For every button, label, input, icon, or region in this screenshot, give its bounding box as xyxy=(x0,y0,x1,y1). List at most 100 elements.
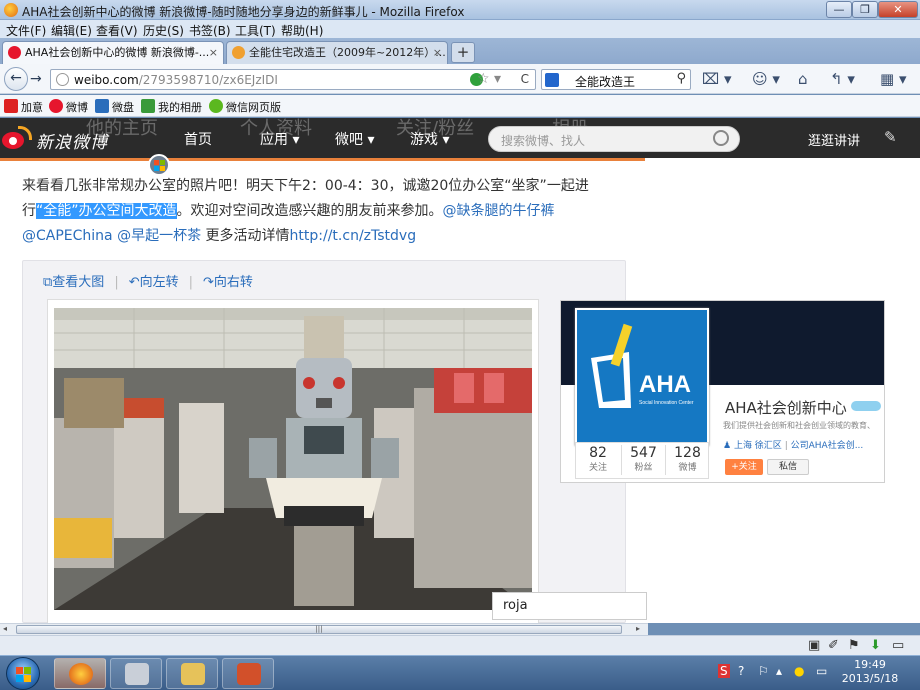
bookmark-album[interactable]: 我的相册 xyxy=(141,99,202,115)
office-photo[interactable] xyxy=(54,308,532,610)
weibo-logo-text[interactable]: 新浪微博 xyxy=(36,128,108,153)
nav-apps[interactable]: 应用 ▾ xyxy=(260,129,299,149)
status-flag-icon[interactable]: ⚑ xyxy=(848,638,860,653)
nav-weiba[interactable]: 微吧 ▾ xyxy=(335,129,374,149)
mention-link[interactable]: @缺条腿的牛仔裤 xyxy=(443,203,555,219)
tray-qq-icon[interactable]: ● xyxy=(794,664,804,678)
profile-name[interactable]: AHA社会创新中心 xyxy=(725,397,881,418)
horizontal-scrollbar[interactable]: ◂ ||| ▸ xyxy=(0,623,648,635)
search-engine-icon[interactable] xyxy=(545,73,559,87)
menu-file[interactable]: 文件(F) xyxy=(6,22,46,39)
mention-link[interactable]: @CAPEChina xyxy=(22,228,113,244)
status-frame-icon[interactable]: ▣ xyxy=(808,638,820,653)
tab-weibo[interactable]: AHA社会创新中心的微博 新浪微博-... × xyxy=(2,41,224,64)
bookmark-wechat[interactable]: 微信网页版 xyxy=(209,99,281,115)
mention-link[interactable]: @早起一杯茶 xyxy=(117,228,201,244)
window-title: AHA社会创新中心的微博 新浪微博-随时随地分享身边的新鲜事儿 - Mozill… xyxy=(22,5,465,19)
minimize-button[interactable]: — xyxy=(826,1,852,18)
nav-games[interactable]: 游戏 ▾ xyxy=(410,129,449,149)
bookmark-weibo[interactable]: 微博 xyxy=(49,99,88,115)
status-bar: ▣ ✐ ⚑ ⬇ ▭ xyxy=(0,635,920,655)
taskbar-app[interactable] xyxy=(110,658,162,689)
verified-badge-icon xyxy=(850,401,881,411)
message-button[interactable]: 私信 xyxy=(767,459,809,475)
taskbar-explorer[interactable] xyxy=(166,658,218,689)
address-bar[interactable]: weibo.com/2793598710/zx6EJzIDI ☆ ▾ C xyxy=(50,69,536,90)
aha-logo-subtext: Social Innovation Center xyxy=(639,400,694,406)
short-url-link[interactable]: http://t.cn/zTstdvg xyxy=(290,228,417,244)
weibo-header: 他的主页 个人资料 关注/粉丝 相册 新浪微博 首页 应用 ▾ 微吧 ▾ 游戏 … xyxy=(0,118,920,158)
aha-logo-text: AHA xyxy=(639,371,691,398)
firefox-icon xyxy=(4,3,18,17)
follow-button[interactable]: +关注 xyxy=(725,459,763,475)
status-window-icon[interactable]: ▭ xyxy=(892,638,904,653)
media-card: ⧉查看大图 | ↶向左转 | ↷向右转 xyxy=(22,260,626,623)
nav-home[interactable]: 首页 xyxy=(184,129,212,149)
scrollbar-thumb[interactable]: ||| xyxy=(16,625,622,634)
system-clock[interactable]: 19:49 2013/5/18 xyxy=(840,658,900,686)
url-text[interactable]: weibo.com/2793598710/zx6EJzIDI xyxy=(74,73,278,87)
bookmark-star-icon[interactable]: ☆ ▾ xyxy=(477,71,501,87)
bookmark-jiayi[interactable]: 加意 xyxy=(4,99,43,115)
search-icon[interactable]: ⚲ xyxy=(676,71,686,86)
rotate-left-icon: ↶ xyxy=(128,275,140,290)
weibo-search-input[interactable]: 搜索微博、找人 xyxy=(488,126,740,152)
header-accent-bar xyxy=(0,158,645,161)
selected-text[interactable]: “全能”办公空间大改造 xyxy=(36,203,177,219)
search-icon[interactable] xyxy=(713,130,729,146)
tab-strip: AHA社会创新中心的微博 新浪微博-... × 全能住宅改造王（2009年~20… xyxy=(0,38,920,64)
compose-icon[interactable]: ✎ xyxy=(884,128,897,146)
tray-network-icon[interactable]: ▭ xyxy=(816,664,827,678)
taskbar-firefox[interactable] xyxy=(54,658,106,689)
search-bar[interactable]: 全能改造王 ⚲ xyxy=(541,69,691,90)
scroll-left-icon[interactable]: ◂ xyxy=(3,624,7,633)
addons-icon[interactable]: ▦ ▾ xyxy=(880,70,906,88)
view-large-link[interactable]: ⧉查看大图 xyxy=(43,275,104,290)
tray-up-icon[interactable]: ▴ xyxy=(776,664,782,678)
post-line-1: 来看看几张非常规办公室的照片吧！明天下午2：00-4：30，诚邀20位办公室“坐… xyxy=(22,178,589,194)
new-tab-button[interactable]: + xyxy=(451,42,475,63)
profile-avatar[interactable]: AHA Social Innovation Center xyxy=(575,308,709,446)
forward-button[interactable]: → xyxy=(30,71,42,87)
close-tab-icon[interactable]: × xyxy=(433,42,442,63)
profile-location: ♟ 上海 徐汇区 | 公司AHA社会创... xyxy=(723,441,864,451)
home-icon[interactable]: ⌂ xyxy=(798,70,808,88)
rotate-right-link[interactable]: ↷向右转 xyxy=(203,275,253,290)
maximize-button[interactable]: ❐ xyxy=(852,1,878,18)
tray-help-icon[interactable]: ? xyxy=(738,664,744,678)
stat-posts[interactable]: 128 微博 xyxy=(665,445,709,475)
menu-view[interactable]: 查看(V) xyxy=(96,22,138,39)
close-tab-icon[interactable]: × xyxy=(209,42,218,63)
share-icon[interactable]: ↰ ▾ xyxy=(830,70,855,88)
menu-tools[interactable]: 工具(T) xyxy=(235,22,276,39)
screenshot-icon[interactable]: ⌧ ▾ xyxy=(702,70,732,88)
emoji-icon[interactable]: ☺ ▾ xyxy=(752,70,780,88)
bookmark-weipan[interactable]: 微盘 xyxy=(95,99,134,115)
reload-icon[interactable]: C xyxy=(521,72,529,86)
stat-following[interactable]: 82 关注 xyxy=(576,445,620,475)
weibo-tab-icon xyxy=(8,46,21,59)
profile-stats: 82 关注 547 粉丝 128 微博 xyxy=(575,442,709,479)
menu-bookmarks[interactable]: 书签(B) xyxy=(189,22,231,39)
start-button[interactable] xyxy=(6,657,40,690)
search-input[interactable]: 全能改造王 xyxy=(575,73,635,90)
tray-flag-icon[interactable]: ⚐ xyxy=(758,664,769,678)
album-icon xyxy=(141,99,155,113)
rotate-left-link[interactable]: ↶向左转 xyxy=(129,275,179,290)
tab-renovation[interactable]: 全能住宅改造王（2009年~2012年）... × xyxy=(226,41,448,64)
back-button[interactable]: ← xyxy=(4,67,28,91)
status-tool-icon[interactable]: ✐ xyxy=(828,638,839,653)
tray-s-icon[interactable]: S xyxy=(718,664,730,678)
status-download-icon[interactable]: ⬇ xyxy=(870,638,881,653)
stat-followers[interactable]: 547 粉丝 xyxy=(621,445,665,475)
menu-history[interactable]: 历史(S) xyxy=(143,22,184,39)
menu-help[interactable]: 帮助(H) xyxy=(281,22,323,39)
weibo-logo-icon[interactable] xyxy=(2,126,34,150)
user-name-link[interactable]: 逛逛讲讲 xyxy=(808,130,860,149)
close-window-button[interactable]: ✕ xyxy=(878,1,918,18)
scroll-right-icon[interactable]: ▸ xyxy=(636,624,640,633)
menu-edit[interactable]: 编辑(E) xyxy=(51,22,92,39)
taskbar: S ? ⚐ ▴ ● ▭ 19:49 2013/5/18 xyxy=(0,655,920,690)
profile-card: AHA Social Innovation Center AHA社会创新中心 我… xyxy=(560,300,885,483)
taskbar-powerpoint[interactable] xyxy=(222,658,274,689)
